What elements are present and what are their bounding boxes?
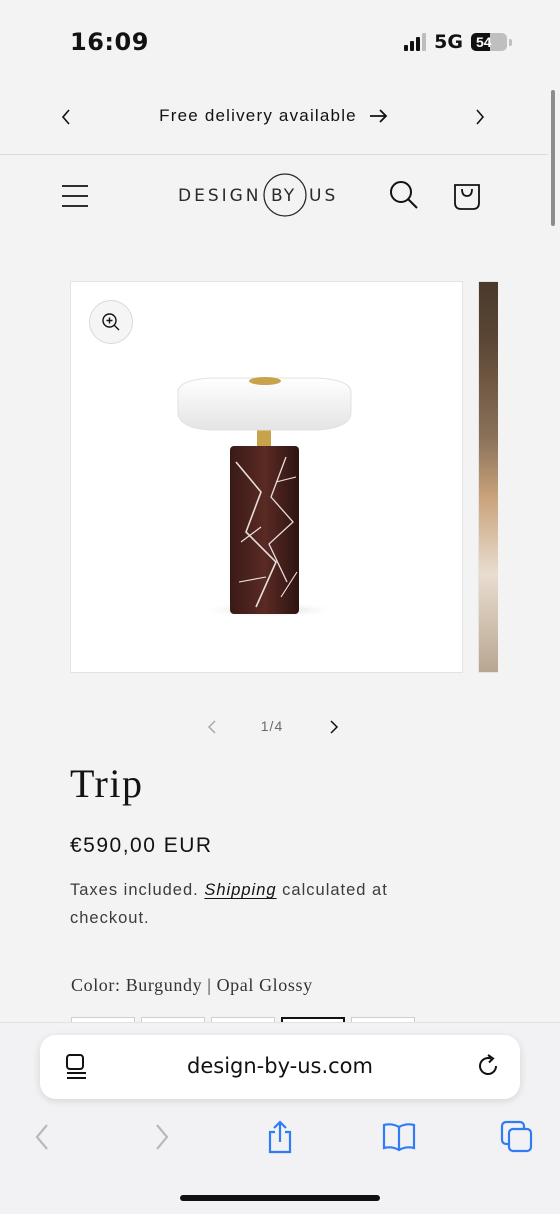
reload-icon[interactable] bbox=[474, 1052, 502, 1080]
bookmarks-button[interactable] bbox=[379, 1117, 419, 1157]
hamburger-menu-icon bbox=[62, 185, 88, 207]
battery-icon: 54 bbox=[471, 33, 507, 51]
tabs-icon bbox=[500, 1120, 533, 1153]
chevron-right-icon bbox=[330, 720, 339, 734]
share-icon bbox=[268, 1120, 292, 1154]
svg-text:BY: BY bbox=[271, 186, 296, 206]
cellular-signal-icon bbox=[404, 33, 427, 51]
shipping-link[interactable]: Shipping bbox=[204, 881, 276, 899]
chevron-right-icon bbox=[476, 109, 485, 125]
bookmarks-icon bbox=[382, 1123, 416, 1152]
slide-prev-button[interactable] bbox=[200, 715, 224, 739]
svg-text:US: US bbox=[309, 186, 338, 206]
cart-icon bbox=[454, 184, 480, 210]
product-title: Trip bbox=[70, 761, 144, 806]
home-indicator bbox=[180, 1195, 380, 1201]
network-type: 5G bbox=[434, 31, 463, 53]
announcement-next-button[interactable] bbox=[469, 106, 491, 128]
svg-text:DESIGN: DESIGN bbox=[178, 186, 262, 206]
search-button[interactable] bbox=[388, 179, 420, 211]
product-image-lamp bbox=[177, 377, 352, 618]
tax-note: Taxes included. Shipping calculated at c… bbox=[70, 876, 470, 932]
browser-chrome: design-by-us.com bbox=[0, 1022, 560, 1214]
battery-percent: 54 bbox=[476, 34, 492, 50]
browser-toolbar bbox=[0, 1111, 560, 1161]
product-media-slide[interactable] bbox=[70, 281, 463, 673]
site-header: DESIGN BY US bbox=[0, 155, 548, 240]
tabs-button[interactable] bbox=[497, 1117, 537, 1157]
zoom-in-icon bbox=[102, 313, 120, 331]
address-bar[interactable]: design-by-us.com bbox=[40, 1035, 520, 1099]
status-time: 16:09 bbox=[70, 28, 149, 56]
slide-next-button[interactable] bbox=[322, 715, 346, 739]
product-price: €590,00 EUR bbox=[70, 834, 213, 857]
arrow-right-icon bbox=[369, 109, 388, 123]
back-icon bbox=[35, 1124, 48, 1150]
forward-button[interactable] bbox=[142, 1117, 182, 1157]
next-media-slide-peek[interactable] bbox=[478, 281, 498, 673]
back-button[interactable] bbox=[22, 1117, 62, 1157]
announcement-text: Free delivery available bbox=[159, 106, 357, 125]
cart-button[interactable] bbox=[451, 179, 483, 211]
share-button[interactable] bbox=[260, 1117, 300, 1157]
announcement-bar: Free delivery available bbox=[0, 80, 548, 155]
search-icon bbox=[390, 181, 418, 209]
color-label: Color: Burgundy | Opal Glossy bbox=[71, 975, 313, 995]
announcement-link[interactable]: Free delivery available bbox=[0, 106, 548, 126]
status-indicators: 5G 54 bbox=[404, 31, 512, 53]
chevron-left-icon bbox=[207, 720, 216, 734]
zoom-button[interactable] bbox=[89, 300, 133, 344]
page-scrollbar[interactable] bbox=[551, 90, 555, 226]
url-text: design-by-us.com bbox=[187, 1054, 373, 1078]
tax-prefix: Taxes included. bbox=[70, 881, 199, 899]
battery-cap bbox=[509, 38, 512, 46]
menu-button[interactable] bbox=[60, 181, 90, 211]
forward-icon bbox=[156, 1124, 169, 1150]
status-bar: 16:09 5G 54 bbox=[0, 0, 560, 80]
site-logo[interactable]: DESIGN BY US bbox=[178, 167, 358, 223]
slide-counter: 1/4 bbox=[260, 718, 284, 734]
slider-nav: 1/4 bbox=[0, 708, 548, 744]
logo-image: DESIGN BY US bbox=[178, 173, 338, 217]
